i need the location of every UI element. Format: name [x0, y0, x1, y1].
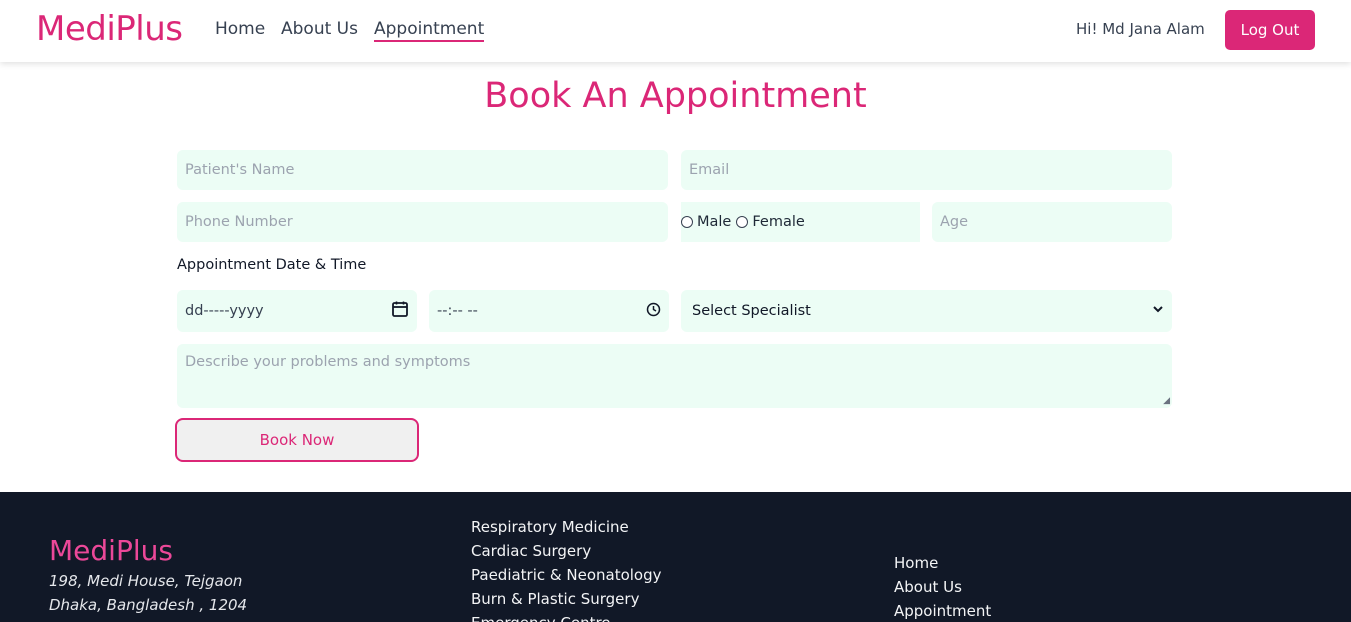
email-placeholder: Email: [689, 162, 730, 178]
patient-name-placeholder: Patient's Name: [185, 162, 295, 178]
patient-name-input[interactable]: Patient's Name: [177, 150, 668, 190]
datetime-label: Appointment Date & Time: [177, 257, 367, 273]
nav-appointment[interactable]: Appointment: [374, 19, 485, 42]
gender-radio-group: Male Female: [681, 202, 920, 242]
footer-address-line1: 198, Medi House, Tejgaon: [49, 572, 243, 590]
book-now-button[interactable]: Book Now: [175, 418, 419, 462]
female-label: Female: [752, 214, 805, 230]
time-value: --:-- --: [437, 303, 478, 319]
gender-male-option[interactable]: Male: [681, 214, 731, 230]
nav-home[interactable]: Home: [215, 19, 265, 39]
chevron-down-icon: [1152, 303, 1164, 319]
symptoms-placeholder: Describe your problems and symptoms: [185, 354, 471, 370]
specialist-select[interactable]: Select Specialist: [681, 290, 1172, 332]
nav-about-us[interactable]: About Us: [281, 19, 358, 39]
resize-handle-icon[interactable]: ◢: [1163, 396, 1170, 406]
footer-address-line2: Dhaka, Bangladesh , 1204: [49, 596, 248, 614]
footer-link-appointment[interactable]: Appointment: [894, 599, 991, 622]
footer-brand: MediPlus: [49, 534, 173, 567]
footer-services-list: Respiratory Medicine Cardiac Surgery Pae…: [471, 515, 662, 622]
page-title: Book An Appointment: [484, 76, 867, 116]
footer: MediPlus 198, Medi House, Tejgaon Dhaka,…: [0, 492, 1351, 622]
footer-link-about-us[interactable]: About Us: [894, 575, 991, 599]
date-value: dd-----yyyy: [185, 303, 264, 319]
logout-button[interactable]: Log Out: [1225, 10, 1315, 50]
navbar: MediPlus Home About Us Appointment Hi! M…: [0, 0, 1351, 62]
footer-service-item[interactable]: Emergency Centre: [471, 611, 662, 622]
footer-links-list: Home About Us Appointment: [894, 551, 991, 622]
age-placeholder: Age: [940, 214, 969, 230]
email-input[interactable]: Email: [681, 150, 1172, 190]
male-radio[interactable]: [681, 216, 693, 228]
calendar-icon[interactable]: [391, 300, 409, 322]
user-greeting: Hi! Md Jana Alam: [1076, 20, 1205, 38]
clock-icon[interactable]: [646, 302, 661, 321]
phone-input[interactable]: Phone Number: [177, 202, 668, 242]
time-input[interactable]: --:-- --: [429, 290, 669, 332]
symptoms-textarea[interactable]: Describe your problems and symptoms ◢: [177, 344, 1172, 408]
footer-service-item[interactable]: Respiratory Medicine: [471, 515, 662, 539]
female-radio[interactable]: [736, 216, 749, 228]
phone-placeholder: Phone Number: [185, 214, 293, 230]
date-input[interactable]: dd-----yyyy: [177, 290, 417, 332]
age-input[interactable]: Age: [932, 202, 1172, 242]
footer-service-item[interactable]: Cardiac Surgery: [471, 539, 662, 563]
footer-service-item[interactable]: Paediatric & Neonatology: [471, 563, 662, 587]
male-label: Male: [697, 214, 732, 230]
brand-logo[interactable]: MediPlus: [36, 9, 183, 49]
footer-link-home[interactable]: Home: [894, 551, 991, 575]
specialist-selected-value: Select Specialist: [692, 303, 811, 319]
footer-service-item[interactable]: Burn & Plastic Surgery: [471, 587, 662, 611]
gender-female-option[interactable]: Female: [736, 214, 805, 230]
